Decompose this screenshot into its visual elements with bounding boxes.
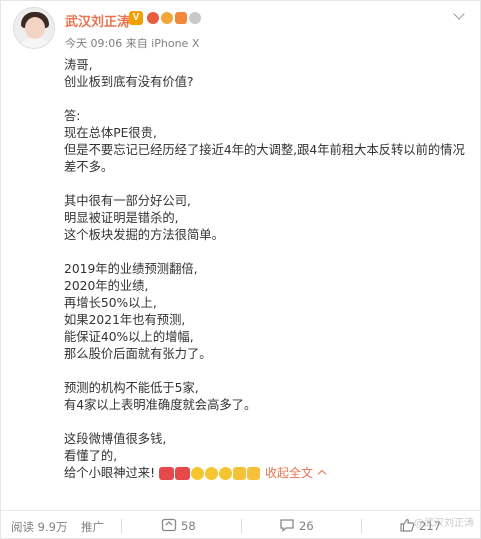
collapse-label[interactable]: 收起全文 bbox=[265, 466, 313, 480]
post-text-line: 2020年的业绩, bbox=[64, 279, 149, 293]
post-text-line: 答: bbox=[64, 109, 81, 123]
post-text-line: 明显被证明是错杀的, bbox=[64, 211, 179, 225]
collapse-full-text-link[interactable]: 收起全文 bbox=[265, 466, 327, 480]
username[interactable]: 武汉刘正涛 bbox=[65, 11, 130, 30]
heart-emoji-icon bbox=[159, 467, 175, 480]
clap-emoji-icon bbox=[233, 467, 247, 480]
emoji-group bbox=[159, 465, 261, 482]
post-text-line: 再增长50%以上, bbox=[64, 296, 157, 310]
post-meta: 今天 09:06 来自 iPhone X bbox=[65, 37, 200, 50]
post-text-line: 那么股价后面就有张力了。 bbox=[64, 347, 212, 361]
smile-emoji-icon bbox=[191, 467, 205, 480]
read-count: 阅读 9.9万 bbox=[11, 520, 68, 534]
post-text-line: 有4家以上表明准确度就会高多了。 bbox=[64, 398, 257, 412]
post-text-line: 涛哥, bbox=[64, 58, 93, 72]
post-text-line: 这段微博值很多钱, bbox=[64, 432, 167, 446]
post-text-line: 这个板块发掘的方法很简单。 bbox=[64, 228, 224, 242]
post-text-line: 创业板到底有没有价值? bbox=[64, 75, 194, 89]
post-footer: 阅读 9.9万 推广 58 26 217 bbox=[1, 510, 481, 539]
post-text-line: 能保证40%以上的增幅, bbox=[64, 330, 194, 344]
repost-icon[interactable] bbox=[161, 518, 177, 532]
watermark: @武汉刘正涛 bbox=[414, 518, 474, 529]
smile-emoji-icon bbox=[219, 467, 233, 480]
smile-emoji-icon bbox=[205, 467, 219, 480]
post-text-line: 其中很有一部分好公司, bbox=[64, 194, 191, 208]
medal-icon bbox=[175, 12, 187, 24]
post-text-line: 差不多。 bbox=[64, 160, 114, 174]
promote-button[interactable]: 推广 bbox=[81, 519, 104, 535]
medal-icon bbox=[147, 12, 159, 24]
repost-count[interactable]: 58 bbox=[181, 519, 196, 533]
post-text-last: 给个小眼神过来! bbox=[64, 466, 156, 480]
v-badge-icon: V bbox=[129, 11, 143, 25]
post-text-line: 现在总体PE很贵, bbox=[64, 126, 157, 140]
medal-icon bbox=[161, 12, 173, 24]
post-content: 涛哥, 创业板到底有没有价值? 答: 现在总体PE很贵, 但是不要忘记已经历经了接近4年… bbox=[64, 57, 465, 482]
medal-icon bbox=[189, 12, 201, 24]
post-text-line: 但是不要忘记已经历经了接近4年的大调整,跟4年前租大本反转以前的情况 bbox=[64, 143, 465, 157]
like-icon[interactable] bbox=[399, 518, 415, 532]
weibo-post-card: 武汉刘正涛 V 今天 09:06 来自 iPhone X 涛哥, 创业板到底有没有… bbox=[0, 0, 481, 539]
clap-emoji-icon bbox=[247, 467, 261, 480]
post-text-line: 如果2021年也有预测, bbox=[64, 313, 186, 327]
post-text-line: 2019年的业绩预测翻倍, bbox=[64, 262, 198, 276]
comment-count[interactable]: 26 bbox=[299, 519, 314, 533]
chevron-up-icon[interactable] bbox=[317, 469, 327, 479]
post-text-line: 看懂了的, bbox=[64, 449, 118, 463]
chevron-down-icon[interactable] bbox=[452, 9, 468, 23]
avatar[interactable] bbox=[13, 7, 55, 49]
post-text-line: 给个小眼神过来! 收起全文 bbox=[64, 465, 464, 482]
comment-icon[interactable] bbox=[279, 518, 295, 532]
post-text-line: 预测的机构不能低于5家, bbox=[64, 381, 199, 395]
heart-emoji-icon bbox=[175, 467, 191, 480]
